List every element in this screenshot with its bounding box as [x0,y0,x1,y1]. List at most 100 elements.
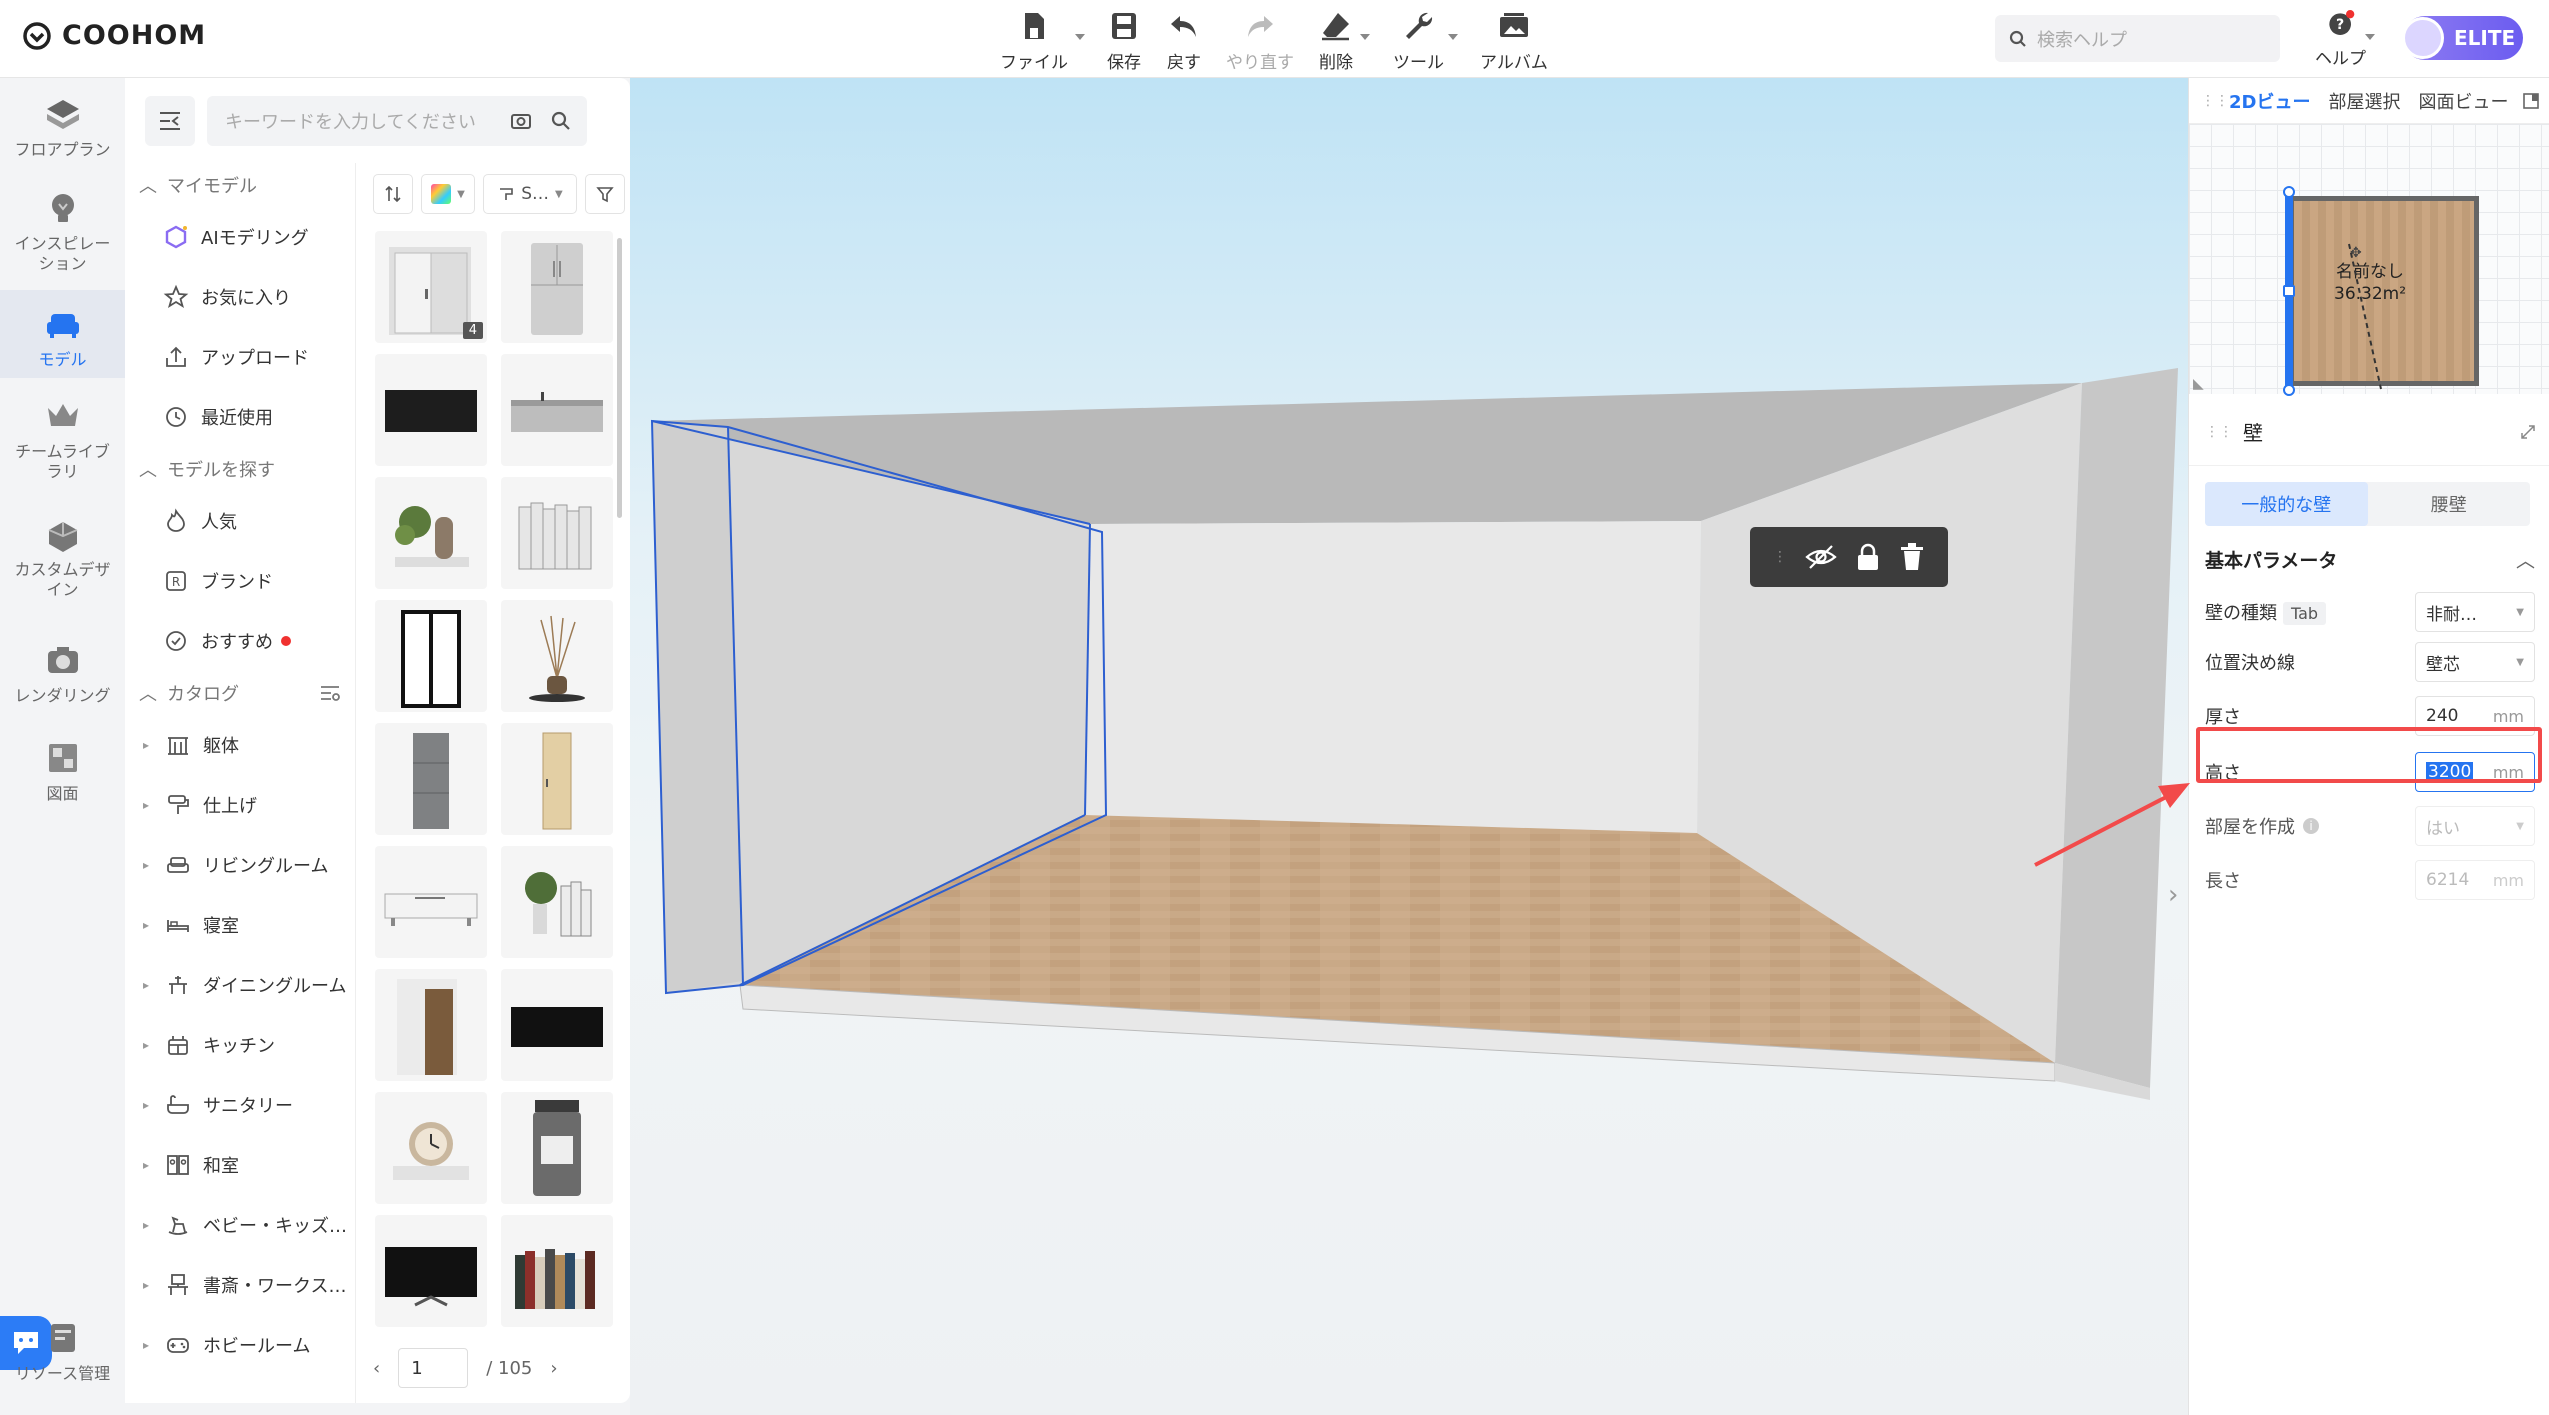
node-finishing[interactable]: ▸ 仕上げ [125,775,355,835]
node-bedroom[interactable]: ▸ 寝室 [125,895,355,955]
coohom-logo[interactable]: COOHOM [22,20,206,51]
model-thumb-black-panel[interactable] [501,969,613,1081]
model-thumb-clock-decor[interactable] [375,1092,487,1204]
node-recent[interactable]: 最近使用 [125,387,355,447]
seg-waist-wall[interactable]: 腰壁 [2368,482,2531,526]
keyword-search-input[interactable]: キーワードを入力してください [207,96,587,146]
node-sanitary[interactable]: ▸ サニタリー [125,1075,355,1135]
model-thumb-glass-door[interactable] [375,600,487,712]
node-japanese-room[interactable]: ▸ 和室 [125,1135,355,1195]
help-button[interactable]: ? ヘルプ [2315,10,2366,69]
seg-general-wall[interactable]: 一般的な壁 [2205,482,2368,526]
node-popular[interactable]: 人気 [125,491,355,551]
node-favorites[interactable]: お気に入り [125,267,355,327]
elite-user-badge[interactable]: ELITE [2402,16,2523,60]
expand-icon[interactable] [2520,424,2536,440]
rail-item-custom-design[interactable]: カスタムデザイン [0,514,125,610]
node-baby-kids[interactable]: ▸ ベビー・キッズ… [125,1195,355,1255]
tab-2d-view[interactable]: 2Dビュー [2229,88,2310,114]
rail-item-floorplan[interactable]: フロアプラン [0,94,125,180]
expand-panel-chevron-icon[interactable]: › [2168,880,2178,910]
rail-item-rendering[interactable]: レンダリング [0,640,125,720]
collapse-panel-button[interactable] [145,96,195,146]
move-handle-icon[interactable]: ✥ [2350,245,2362,261]
model-thumb-kitchen-counter[interactable] [501,354,613,466]
minimap-2d[interactable]: 名前なし 36.32m² ✥ ◣ [2189,124,2549,396]
node-study-work[interactable]: ▸ 書斎・ワークス… [125,1255,355,1315]
dock-icon[interactable] [2522,92,2540,110]
node-structure[interactable]: ▸ 躯体 [125,715,355,775]
resize-grip-icon[interactable]: ◣ [2193,376,2204,392]
node-dining-room[interactable]: ▸ ダイニングルーム [125,955,355,1015]
hide-eye-icon[interactable] [1805,543,1837,571]
model-thumb-wall-door[interactable] [375,969,487,1081]
delete-button[interactable]: 削除 [1318,8,1354,73]
help-search-input[interactable]: 検索ヘルプ [1995,15,2280,62]
thumbnail-scrollbar[interactable] [617,238,622,518]
length-input[interactable]: 6214 mm [2415,860,2535,900]
drag-handle-icon[interactable]: ⋮ [1773,549,1787,565]
node-kitchen[interactable]: ▸ キッチン [125,1015,355,1075]
model-thumb-sliding-door[interactable]: 4 [375,231,487,343]
minimap-room[interactable]: 名前なし 36.32m² ✥ [2289,196,2479,386]
rail-item-model[interactable]: モデル [0,290,125,378]
node-upload[interactable]: アップロード [125,327,355,387]
create-room-select[interactable]: はい ▼ [2415,806,2535,846]
sort-order-button[interactable] [373,174,413,214]
page-input[interactable]: 1 [398,1348,469,1388]
model-thumb-candle-jar[interactable] [501,1092,613,1204]
filter-button[interactable] [585,174,625,214]
lock-icon[interactable] [1855,542,1881,572]
wall-handle-top[interactable] [2283,186,2295,198]
section-my-models[interactable]: ︿ マイモデル [125,163,355,207]
save-button[interactable]: 保存 [1106,8,1142,73]
model-thumb-tv-cabinet[interactable] [375,846,487,958]
room-3d-render[interactable] [630,78,2188,1415]
model-thumb-tv-stand[interactable] [375,1215,487,1327]
node-hobby-room[interactable]: ▸ ホビールーム [125,1315,355,1375]
node-brand[interactable]: R ブランド [125,551,355,611]
section-catalog[interactable]: ︿ カタログ [125,671,355,715]
model-thumb-tv-panel[interactable] [375,354,487,466]
position-line-select[interactable]: 壁芯 ▼ [2415,642,2535,682]
section-explore[interactable]: ︿ モデルを探す [125,447,355,491]
model-thumb-plant-vase[interactable] [375,477,487,589]
rail-item-inspiration[interactable]: インスピレーション [0,188,125,284]
model-thumb-refrigerator[interactable] [501,231,613,343]
wall-kind-select[interactable]: 非耐… ▼ [2415,592,2535,632]
redo-button[interactable]: やり直す [1226,8,1294,73]
model-thumb-plant-books[interactable] [501,846,613,958]
node-ai-modeling[interactable]: AIモデリング [125,207,355,267]
rail-item-resource-manager[interactable]: リソース管理 [0,1318,125,1398]
tab-room-select[interactable]: 部屋選択 [2328,88,2400,114]
next-page-icon[interactable]: › [550,1358,557,1379]
node-living-room[interactable]: ▸ リビングルーム [125,835,355,895]
rail-item-drawing[interactable]: 図面 [0,738,125,818]
color-filter-button[interactable]: ▼ [421,174,475,214]
camera-search-icon[interactable] [510,110,532,132]
3d-viewport[interactable]: ⋮ 1F ▼ 2D▼ 3D▼ − 83% + [630,78,2188,1415]
model-thumb-diffuser[interactable] [501,600,613,712]
model-thumb-books-white[interactable] [501,477,613,589]
search-icon[interactable] [551,111,571,131]
info-icon[interactable]: i [2303,818,2319,834]
model-thumb-tall-fridge[interactable] [375,723,487,835]
catalog-settings-icon[interactable] [319,684,341,702]
undo-button[interactable]: 戻す [1166,8,1202,73]
model-thumb-books-colored[interactable] [501,1215,613,1327]
file-menu-button[interactable]: ファイル [1000,8,1068,73]
wall-handle-bottom[interactable] [2283,384,2295,396]
trash-icon[interactable] [1899,542,1925,572]
basic-params-header[interactable]: 基本パラメータ ︿ [2205,546,2535,573]
style-select[interactable]: S… ▼ [483,174,577,214]
rail-item-team-library[interactable]: チームライブラリ [0,396,125,492]
model-thumb-wood-door[interactable] [501,723,613,835]
album-button[interactable]: アルバム [1480,8,1548,73]
drag-handle-icon[interactable]: ⋮⋮ [2201,93,2229,109]
drag-handle-icon[interactable]: ⋮⋮ [2205,424,2233,440]
node-recommended[interactable]: おすすめ [125,611,355,671]
tools-menu-button[interactable]: ツール [1393,8,1444,73]
wall-handle-mid[interactable] [2283,285,2295,297]
avatar[interactable] [2402,17,2444,59]
tab-drawing-view[interactable]: 図面ビュー [2418,88,2508,114]
